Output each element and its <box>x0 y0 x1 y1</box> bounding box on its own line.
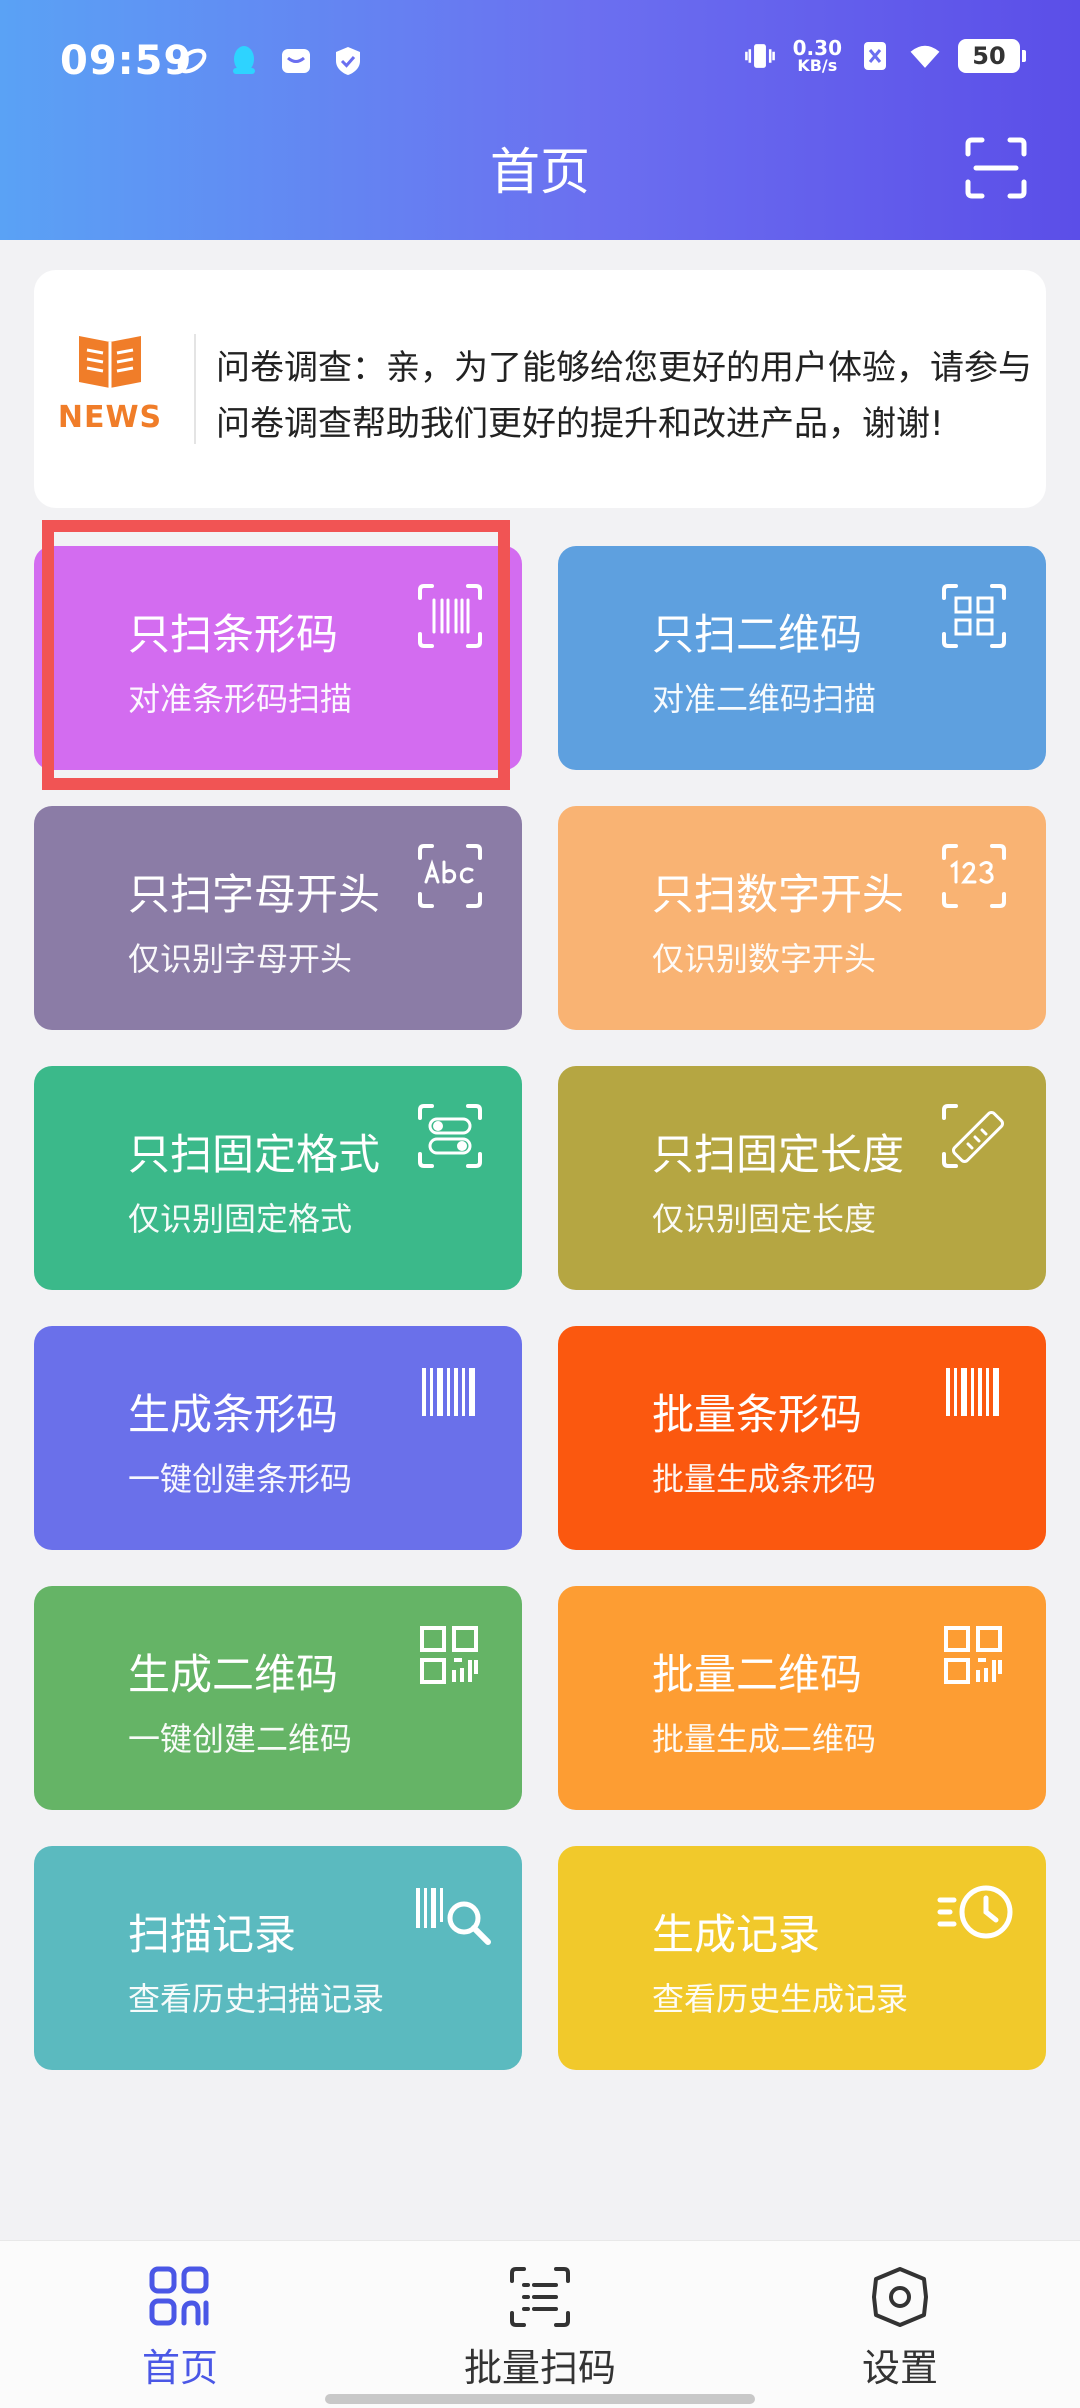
qrcode-batch-icon <box>940 1622 1008 1690</box>
news-book-icon <box>79 336 141 388</box>
tile-title: 生成二维码 <box>128 1650 339 1699</box>
tile-batch-qrcode[interactable]: 批量二维码 批量生成二维码 <box>558 1586 1046 1810</box>
tile-subtitle: 对准二维码扫描 <box>652 680 877 718</box>
tile-title: 扫描记录 <box>128 1910 297 1959</box>
battery-indicator: 50 <box>958 39 1026 73</box>
tile-title: 只扫数字开头 <box>652 870 905 919</box>
format-scan-icon <box>416 1102 484 1170</box>
network-speed: 0.30 KB/s <box>793 38 842 74</box>
network-speed-value: 0.30 <box>792 36 842 60</box>
link-app-icon <box>175 44 209 78</box>
gear-icon <box>868 2265 932 2329</box>
message-icon <box>279 44 313 78</box>
barcode-scan-icon <box>416 582 484 650</box>
tile-scan-fixed-format[interactable]: 只扫固定格式 仅识别固定格式 <box>34 1066 522 1290</box>
tile-title: 生成条形码 <box>128 1390 339 1439</box>
tile-scan-letter-prefix[interactable]: 只扫字母开头 仅识别字母开头 <box>34 806 522 1030</box>
batch-scan-icon <box>508 2265 572 2329</box>
scan-icon[interactable] <box>964 136 1028 200</box>
tile-subtitle: 批量生成二维码 <box>652 1720 877 1758</box>
tile-title: 批量条形码 <box>652 1390 863 1439</box>
tile-generate-qrcode[interactable]: 生成二维码 一键创建二维码 <box>34 1586 522 1810</box>
tile-title: 只扫字母开头 <box>128 870 381 919</box>
tile-title: 批量二维码 <box>652 1650 863 1699</box>
tile-scan-barcode[interactable]: 只扫条形码 对准条形码扫描 <box>34 546 522 770</box>
qrcode-scan-icon <box>940 582 1008 650</box>
status-system-icons: 0.30 KB/s 50 <box>743 38 1026 74</box>
tile-title: 只扫二维码 <box>652 610 863 659</box>
news-text: 问卷调查：亲，为了能够给您更好的用户体验，请参与问卷调查帮助我们更好的提升和改进… <box>216 348 1032 444</box>
tile-subtitle: 一键创建二维码 <box>128 1720 353 1758</box>
vibrate-icon <box>743 39 777 73</box>
nav-label: 设置 <box>861 2346 938 2390</box>
clock-history-icon <box>936 1882 1020 1950</box>
tile-subtitle: 查看历史生成记录 <box>652 1980 909 2018</box>
nav-item-batch-scan[interactable]: 批量扫码 <box>440 2265 640 2392</box>
nav-item-home[interactable]: 首页 <box>80 2265 280 2392</box>
app-header: 09:59 0.30 KB/s 50 首页 <box>0 0 1080 240</box>
status-bar: 09:59 0.30 KB/s 50 <box>0 0 1080 120</box>
network-speed-unit: KB/s <box>797 56 838 75</box>
news-divider <box>194 334 196 444</box>
ruler-icon <box>940 1102 1008 1170</box>
nav-label: 批量扫码 <box>463 2346 616 2390</box>
barcode-icon <box>416 1362 484 1430</box>
tile-title: 只扫固定格式 <box>128 1130 381 1179</box>
tile-subtitle: 批量生成条形码 <box>652 1460 877 1498</box>
shield-check-icon <box>331 44 365 78</box>
home-grid-icon <box>148 2265 212 2329</box>
tile-subtitle: 查看历史扫描记录 <box>128 1980 385 2018</box>
abc-scan-icon <box>416 842 484 910</box>
tile-subtitle: 一键创建条形码 <box>128 1460 353 1498</box>
tile-scan-history[interactable]: 扫描记录 查看历史扫描记录 <box>34 1846 522 2070</box>
tile-subtitle: 仅识别数字开头 <box>652 940 877 978</box>
tile-generate-barcode[interactable]: 生成条形码 一键创建条形码 <box>34 1326 522 1550</box>
tile-scan-fixed-length[interactable]: 只扫固定长度 仅识别固定长度 <box>558 1066 1046 1290</box>
status-time: 09:59 <box>60 38 193 84</box>
nav-item-settings[interactable]: 设置 <box>800 2265 1000 2392</box>
tile-title: 只扫固定长度 <box>652 1130 905 1179</box>
home-indicator <box>325 2394 755 2404</box>
tile-subtitle: 仅识别固定长度 <box>652 1200 877 1238</box>
wifi-icon <box>908 39 942 73</box>
page-title: 首页 <box>490 143 590 201</box>
tile-title: 生成记录 <box>652 1910 821 1959</box>
news-logo: NEWS <box>54 330 166 440</box>
qq-icon <box>227 44 261 78</box>
tile-title: 只扫条形码 <box>128 610 339 659</box>
qrcode-icon <box>416 1622 484 1690</box>
news-card[interactable]: NEWS 问卷调查：亲，为了能够给您更好的用户体验，请参与问卷调查帮助我们更好的… <box>34 270 1046 508</box>
scan-history-icon <box>412 1882 496 1950</box>
tile-generate-history[interactable]: 生成记录 查看历史生成记录 <box>558 1846 1046 2070</box>
bottom-nav: 首页 批量扫码 设置 <box>0 2240 1080 2408</box>
tile-scan-qrcode[interactable]: 只扫二维码 对准二维码扫描 <box>558 546 1046 770</box>
tile-subtitle: 仅识别固定格式 <box>128 1200 353 1238</box>
status-notification-icons <box>175 44 365 78</box>
no-sim-icon <box>858 39 892 73</box>
nav-label: 首页 <box>141 2346 218 2390</box>
tile-batch-barcode[interactable]: 批量条形码 批量生成条形码 <box>558 1326 1046 1550</box>
number-scan-icon <box>940 842 1008 910</box>
barcode-batch-icon <box>940 1362 1008 1430</box>
tile-scan-number-prefix[interactable]: 只扫数字开头 仅识别数字开头 <box>558 806 1046 1030</box>
news-label: NEWS <box>57 400 163 435</box>
tile-subtitle: 对准条形码扫描 <box>128 680 353 718</box>
tile-subtitle: 仅识别字母开头 <box>128 940 353 978</box>
